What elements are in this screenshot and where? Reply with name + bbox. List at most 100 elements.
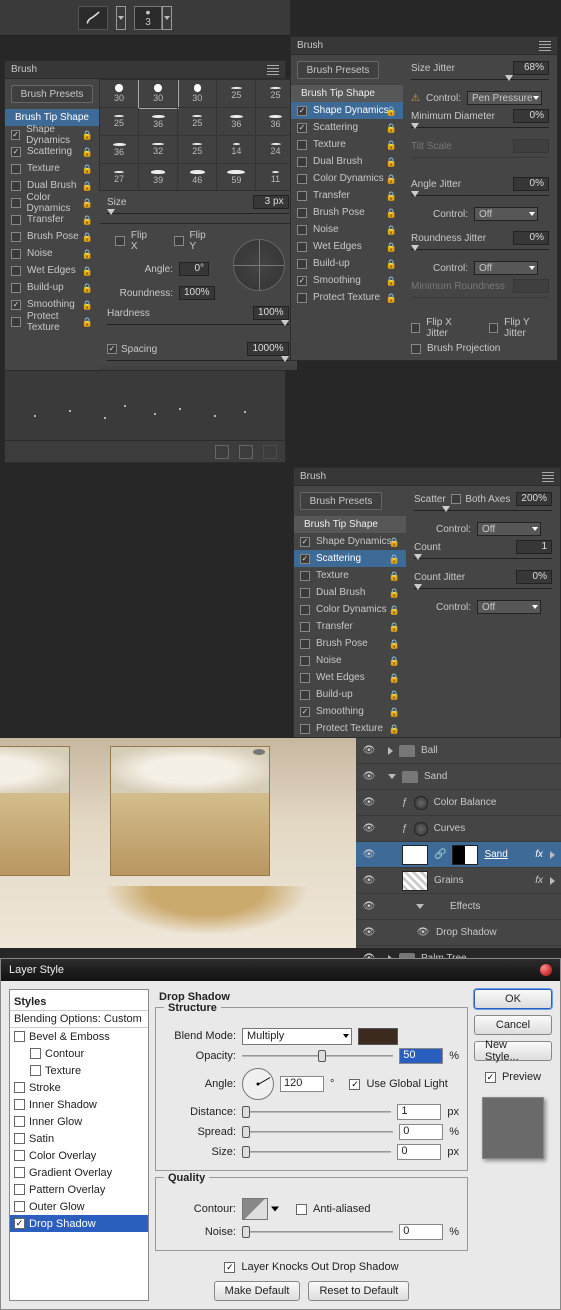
blend-mode-dropdown[interactable]: Multiply <box>242 1028 352 1045</box>
style-item-stroke[interactable]: Stroke <box>10 1079 148 1096</box>
brush-preset-dropdown[interactable] <box>116 6 126 30</box>
style-item-inner-glow[interactable]: Inner Glow <box>10 1113 148 1130</box>
lock-icon[interactable]: 🔒 <box>82 130 93 141</box>
visibility-icon[interactable]: 👁 <box>362 874 376 888</box>
styles-header[interactable]: Styles <box>10 994 148 1011</box>
min-diameter-slider[interactable] <box>411 123 549 133</box>
brush-option-texture[interactable]: Texture🔒 <box>294 567 406 584</box>
roundness-jitter-slider[interactable] <box>411 245 549 255</box>
lock-icon[interactable]: 🔒 <box>82 300 93 311</box>
count-slider[interactable] <box>414 554 552 564</box>
style-checkbox[interactable] <box>30 1048 41 1059</box>
lock-icon[interactable]: 🔒 <box>82 266 93 277</box>
preview-checkbox[interactable] <box>485 1072 496 1083</box>
count-jitter-value[interactable]: 0% <box>516 570 552 584</box>
brush-tip-cell[interactable]: 25 <box>100 108 139 136</box>
brush-option-color-dynamics[interactable]: Color Dynamics🔒 <box>5 194 99 211</box>
option-checkbox[interactable] <box>11 164 21 174</box>
style-checkbox[interactable] <box>14 1116 25 1127</box>
style-item-texture[interactable]: Texture <box>10 1062 148 1079</box>
option-checkbox[interactable] <box>300 724 310 734</box>
option-checkbox[interactable] <box>11 266 21 276</box>
brush-tip-cell[interactable]: 32 <box>139 136 178 164</box>
brush-option-texture[interactable]: Texture🔒 <box>5 160 99 177</box>
ds-size-slider[interactable] <box>242 1145 391 1159</box>
option-checkbox[interactable] <box>300 571 310 581</box>
layer-row-drop-shadow[interactable]: 👁👁Drop Shadow <box>356 920 561 946</box>
antialiased-checkbox[interactable] <box>296 1204 307 1215</box>
brush-option-scattering[interactable]: Scattering🔒 <box>291 119 403 136</box>
option-checkbox[interactable] <box>297 242 307 252</box>
brush-option-transfer[interactable]: Transfer🔒 <box>5 211 99 228</box>
angle-jitter-value[interactable]: 0% <box>513 177 549 191</box>
flipx-checkbox[interactable] <box>115 236 125 246</box>
option-checkbox[interactable] <box>11 215 21 225</box>
trash-icon[interactable] <box>263 445 277 459</box>
brush-option-noise[interactable]: Noise🔒 <box>294 652 406 669</box>
style-checkbox[interactable] <box>14 1099 25 1110</box>
style-checkbox[interactable] <box>14 1031 25 1042</box>
reset-default-button[interactable]: Reset to Default <box>308 1281 409 1301</box>
style-item-color-overlay[interactable]: Color Overlay <box>10 1147 148 1164</box>
lock-icon[interactable]: 🔒 <box>389 554 400 565</box>
twirl-icon[interactable] <box>416 904 424 909</box>
angle-target[interactable] <box>233 239 285 291</box>
visibility-icon[interactable]: 👁 <box>362 770 376 784</box>
twirl-icon[interactable] <box>388 747 393 755</box>
dialog-titlebar[interactable]: Layer Style <box>1 959 560 981</box>
option-checkbox[interactable] <box>11 147 21 157</box>
layer-row-grains[interactable]: 👁Grainsfx <box>356 868 561 894</box>
option-checkbox[interactable] <box>297 157 307 167</box>
visibility-icon[interactable]: 👁 <box>362 744 376 758</box>
brush-tip-cell[interactable]: 30 <box>139 80 178 108</box>
angle-dial[interactable] <box>242 1068 274 1100</box>
lock-icon[interactable]: 🔒 <box>389 571 400 582</box>
option-checkbox[interactable] <box>300 673 310 683</box>
brush-presets-button[interactable]: Brush Presets <box>300 492 382 510</box>
brush-tip-shape-row[interactable]: Brush Tip Shape <box>291 85 403 102</box>
lock-icon[interactable]: 🔒 <box>386 157 397 168</box>
brush-tip-cell[interactable]: 36 <box>100 136 139 164</box>
brush-option-shape-dynamics[interactable]: Shape Dynamics🔒 <box>291 102 403 119</box>
brush-presets-button[interactable]: Brush Presets <box>11 85 93 103</box>
option-checkbox[interactable] <box>300 656 310 666</box>
layer-row-sand[interactable]: 👁Sand <box>356 764 561 790</box>
fx-badge[interactable]: fx <box>535 849 543 860</box>
count-value[interactable]: 1 <box>516 540 552 554</box>
option-checkbox[interactable] <box>300 537 310 547</box>
layer-name[interactable]: Color Balance <box>434 797 497 808</box>
brush-tip-cell[interactable]: 14 <box>217 136 256 164</box>
option-checkbox[interactable] <box>297 225 307 235</box>
brush-size-dropdown[interactable] <box>162 6 172 30</box>
visibility-icon[interactable]: 👁 <box>362 900 376 914</box>
brush-preset-button[interactable] <box>78 6 108 30</box>
brush-option-brush-pose[interactable]: Brush Pose🔒 <box>294 635 406 652</box>
make-default-button[interactable]: Make Default <box>214 1281 301 1301</box>
option-checkbox[interactable] <box>11 130 20 140</box>
control-dropdown-off[interactable]: Off <box>477 600 541 614</box>
ds-size-input[interactable]: 0 <box>397 1144 441 1160</box>
opacity-slider[interactable] <box>242 1049 393 1063</box>
layer-name[interactable]: Ball <box>421 745 438 756</box>
size-value[interactable]: 3 px <box>253 195 289 209</box>
style-item-pattern-overlay[interactable]: Pattern Overlay <box>10 1181 148 1198</box>
brush-option-brush-pose[interactable]: Brush Pose🔒 <box>291 204 403 221</box>
lock-icon[interactable]: 🔒 <box>82 317 93 328</box>
layer-name[interactable]: Effects <box>450 901 480 912</box>
lock-icon[interactable]: 🔒 <box>386 225 397 236</box>
brush-option-shape-dynamics[interactable]: Shape Dynamics🔒 <box>294 533 406 550</box>
option-checkbox[interactable] <box>297 106 307 116</box>
lock-icon[interactable]: 🔒 <box>386 106 397 117</box>
brush-presets-button[interactable]: Brush Presets <box>297 61 379 79</box>
style-item-gradient-overlay[interactable]: Gradient Overlay <box>10 1164 148 1181</box>
option-checkbox[interactable] <box>11 181 21 191</box>
style-checkbox[interactable] <box>30 1065 41 1076</box>
brush-option-wet-edges[interactable]: Wet Edges🔒 <box>5 262 99 279</box>
style-checkbox[interactable] <box>14 1167 25 1178</box>
control-dropdown-pen[interactable]: Pen Pressure <box>467 91 542 105</box>
style-item-bevel-emboss[interactable]: Bevel & Emboss <box>10 1028 148 1045</box>
option-checkbox[interactable] <box>297 140 307 150</box>
lock-icon[interactable]: 🔒 <box>386 123 397 134</box>
distance-input[interactable]: 1 <box>397 1104 441 1120</box>
lock-icon[interactable]: 🔒 <box>389 622 400 633</box>
